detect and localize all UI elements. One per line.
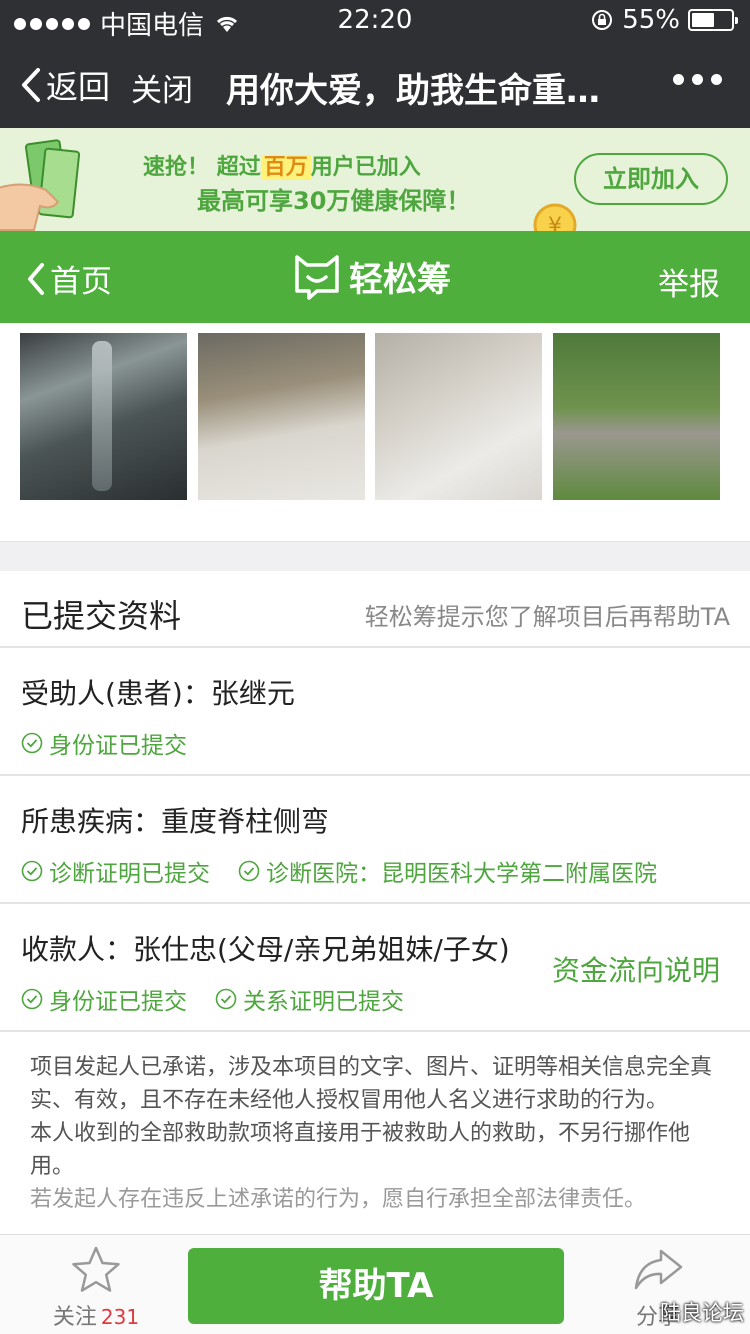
promo-line-1: 速抢！ 超过 百万 用户已加入 xyxy=(143,149,421,181)
chevron-left-icon xyxy=(28,262,44,295)
promo-prefix: 速抢！ xyxy=(143,155,210,180)
follow-count: 231 xyxy=(100,1305,140,1329)
promo-highlight: 百万 xyxy=(260,155,311,180)
chevron-left-icon xyxy=(22,68,40,102)
back-button[interactable]: 返回 xyxy=(20,62,110,108)
report-button[interactable]: 举报 xyxy=(658,259,720,304)
verified-tag: 诊断医院：昆明医科大学第二附属医院 xyxy=(238,854,657,888)
statement-paragraph: 若发起人存在违反上述承诺的行为，愿自行承担全部法律责任。 xyxy=(30,1187,647,1212)
share-arrow-icon xyxy=(634,1249,683,1290)
verified-tag: 身份证已提交 xyxy=(21,982,187,1016)
forum-watermark: 陆良论坛 xyxy=(660,1301,744,1325)
bottom-action-bar: 关注 231 帮助TA 分享 陆良论坛 xyxy=(0,1234,750,1334)
section-title: 已提交资料 xyxy=(21,597,182,635)
back-label: 返回 xyxy=(46,68,111,106)
submitted-info-card: 已提交资料 轻松筹提示您了解项目后再帮助TA 受助人(患者)：张继元 身份证已提… xyxy=(0,571,750,1234)
follow-button[interactable]: 关注 231 xyxy=(46,1245,146,1331)
verified-tag-label: 身份证已提交 xyxy=(49,989,187,1015)
check-circle-icon xyxy=(21,732,43,754)
close-button[interactable]: 关闭 xyxy=(131,65,193,110)
star-icon xyxy=(72,1246,120,1292)
promo-banner[interactable]: 速抢！ 超过 百万 用户已加入 最高可享30万健康保障！ ¥ 立即加入 xyxy=(0,128,750,231)
brand-logo: 轻松筹 xyxy=(293,251,451,301)
brand-name: 轻松筹 xyxy=(349,259,451,300)
payee-row: 收款人：张仕忠(父母/亲兄弟姐妹/子女) 身份证已提交 关系证明已提交 资金流向… xyxy=(0,904,750,1032)
check-circle-icon xyxy=(21,860,43,882)
home-button[interactable]: 首页 xyxy=(26,256,112,301)
photo-hospital-bed[interactable] xyxy=(198,333,365,500)
rotation-lock-icon xyxy=(592,10,613,30)
photo-patient[interactable] xyxy=(375,333,542,500)
battery-percent: 55% xyxy=(622,5,680,35)
status-right: 55% xyxy=(590,5,738,35)
verified-tag: 身份证已提交 xyxy=(21,726,187,760)
patient-label: 受助人(患者)：张继元 xyxy=(21,677,295,710)
photo-xray[interactable] xyxy=(20,333,187,500)
verified-tag-label: 诊断证明已提交 xyxy=(49,861,210,887)
verified-tag-label: 关系证明已提交 xyxy=(243,989,404,1015)
photo-gallery xyxy=(0,323,750,541)
disease-tags: 诊断证明已提交 诊断医院：昆明医科大学第二附属医院 xyxy=(21,854,657,888)
statement-paragraph: 项目发起人已承诺，涉及本项目的文字、图片、证明等相关信息完全真实、有效，且不存在… xyxy=(30,1055,713,1113)
page-title: 用你大爱，助我生命重… xyxy=(226,71,600,111)
section-header: 已提交资料 轻松筹提示您了解项目后再帮助TA xyxy=(0,571,750,648)
payee-label: 收款人：张仕忠(父母/亲兄弟姐妹/子女) xyxy=(21,933,510,966)
promo-line-2: 最高可享30万健康保障！ xyxy=(197,187,471,215)
verified-tag: 诊断证明已提交 xyxy=(21,854,210,888)
patient-tags: 身份证已提交 xyxy=(21,726,187,760)
cat-logo-icon xyxy=(295,255,339,300)
disease-label: 所患疾病：重度脊柱侧弯 xyxy=(21,805,330,838)
fund-flow-link[interactable]: 资金流向说明 xyxy=(552,949,720,989)
section-hint: 轻松筹提示您了解项目后再帮助TA xyxy=(364,603,730,631)
more-menu-button[interactable] xyxy=(673,74,722,85)
wechat-nav-bar: 返回 关闭 用你大爱，助我生命重… xyxy=(0,40,750,128)
site-header: 首页 轻松筹 举报 xyxy=(0,231,750,323)
section-divider xyxy=(0,541,750,571)
status-bar: 中国电信 22:20 55% xyxy=(0,0,750,41)
disease-row: 所患疾病：重度脊柱侧弯 诊断证明已提交 诊断医院：昆明医科大学第二附属医院 xyxy=(0,776,750,904)
help-ta-button[interactable]: 帮助TA xyxy=(188,1248,564,1324)
verified-tag-label: 诊断医院：昆明医科大学第二附属医院 xyxy=(266,861,657,887)
promo-text-before: 超过 xyxy=(216,155,261,180)
check-circle-icon xyxy=(21,988,43,1010)
svg-text:¥: ¥ xyxy=(548,214,562,231)
promise-statement: 项目发起人已承诺，涉及本项目的文字、图片、证明等相关信息完全真实、有效，且不存在… xyxy=(30,1051,730,1216)
join-now-button[interactable]: 立即加入 xyxy=(574,153,728,205)
payee-tags: 身份证已提交 关系证明已提交 xyxy=(21,982,404,1016)
photo-outdoor[interactable] xyxy=(553,333,720,500)
verified-tag: 关系证明已提交 xyxy=(215,982,404,1016)
verified-tag-label: 身份证已提交 xyxy=(49,733,187,759)
home-label: 首页 xyxy=(50,264,112,300)
follow-label: 关注 xyxy=(52,1305,97,1330)
coin-icon: ¥ xyxy=(533,203,577,231)
check-circle-icon xyxy=(215,988,237,1010)
statement-paragraph: 本人收到的全部救助款项将直接用于被救助人的救助，不另行挪作他用。 xyxy=(30,1121,691,1179)
promo-text-after: 用户已加入 xyxy=(310,155,421,180)
hand-money-icon xyxy=(0,139,81,231)
patient-row: 受助人(患者)：张继元 身份证已提交 xyxy=(0,648,750,776)
battery-icon xyxy=(688,9,738,31)
check-circle-icon xyxy=(238,860,260,882)
